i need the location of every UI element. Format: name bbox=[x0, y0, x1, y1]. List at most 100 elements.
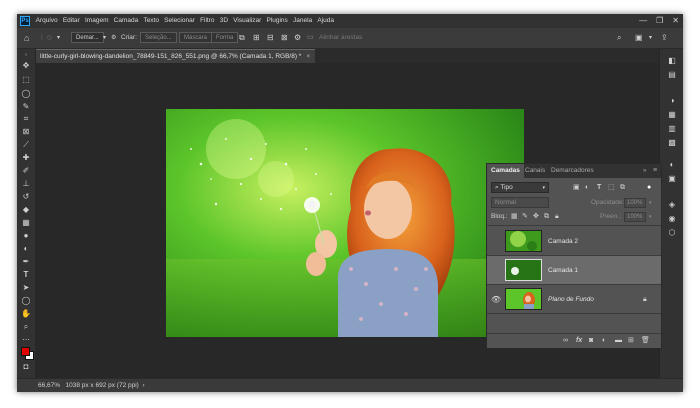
history-brush-icon[interactable]: ↺ bbox=[20, 191, 32, 202]
forma-button[interactable]: Forma bbox=[211, 32, 239, 43]
workspace-icon[interactable]: ▣ bbox=[635, 28, 643, 48]
chevron-down-icon[interactable]: ▾ bbox=[57, 28, 60, 48]
new-layer-icon[interactable]: ⊞ bbox=[628, 334, 634, 348]
menu-ajuda[interactable]: Ajuda bbox=[315, 14, 337, 28]
workspace-chevron-icon[interactable]: ▾ bbox=[649, 28, 652, 48]
gradient-tool-icon[interactable]: ▦ bbox=[20, 217, 32, 228]
eyedropper-icon[interactable]: ⟋ bbox=[20, 139, 32, 150]
filter-adjust-icon[interactable]: ◐ bbox=[585, 181, 589, 195]
add-selection-icon[interactable]: ⊞ bbox=[253, 28, 260, 48]
search-icon[interactable]: ⌕ bbox=[617, 28, 621, 48]
tab-canais[interactable]: Canais bbox=[525, 164, 545, 178]
blend-mode-select[interactable]: Normal bbox=[491, 197, 549, 208]
layer-name[interactable]: Camada 1 bbox=[548, 256, 578, 285]
crop-tool-icon[interactable]: ⌗ bbox=[20, 113, 32, 124]
lock-pixels-icon[interactable]: ✎ bbox=[522, 210, 528, 224]
dodge-tool-icon[interactable]: ◐ bbox=[20, 243, 32, 254]
close-tab-icon[interactable]: × bbox=[306, 53, 310, 60]
filter-shape-icon[interactable]: ⬚ bbox=[608, 181, 615, 195]
menu-filtro[interactable]: Filtro bbox=[197, 14, 217, 28]
color-panel-icon[interactable]: ◑ bbox=[666, 95, 678, 106]
clone-stamp-icon[interactable]: ⊥ bbox=[20, 178, 32, 189]
frame-tool-icon[interactable]: ⊠ bbox=[20, 126, 32, 137]
quick-mask-icon[interactable]: ◘ bbox=[20, 361, 32, 372]
filter-toggle-icon[interactable]: ● bbox=[647, 181, 651, 195]
channels-panel-icon[interactable]: ◉ bbox=[666, 213, 678, 224]
menu-imagem[interactable]: Imagem bbox=[82, 14, 111, 28]
preset-chevron-icon[interactable]: ▾ bbox=[103, 28, 106, 48]
type-tool-icon[interactable]: T bbox=[20, 269, 32, 280]
layer-name[interactable]: Camada 2 bbox=[548, 227, 578, 256]
layer-row[interactable]: Camada 2 bbox=[487, 227, 661, 256]
layer-name[interactable]: Plano de Fundo bbox=[548, 285, 594, 314]
gear-icon[interactable]: ⚙ bbox=[111, 28, 116, 48]
settings-gear-icon[interactable]: ⚙ bbox=[294, 28, 301, 48]
document-tab[interactable]: little-curly-girl-blowing-dandelion_7884… bbox=[35, 49, 316, 63]
eye-icon[interactable]: 👁︎ bbox=[491, 285, 501, 314]
panel-collapse-icon[interactable]: » bbox=[643, 164, 646, 178]
healing-brush-icon[interactable]: ✚ bbox=[20, 152, 32, 163]
menu-visualizar[interactable]: Visualizar bbox=[231, 14, 264, 28]
gradients-panel-icon[interactable]: ▥ bbox=[666, 123, 678, 134]
trash-icon[interactable]: 🗑︎ bbox=[641, 334, 650, 348]
tab-camadas[interactable]: Camadas bbox=[487, 164, 524, 178]
fill-input[interactable]: 100% bbox=[624, 212, 646, 222]
libraries-panel-icon[interactable]: ▣ bbox=[666, 173, 678, 184]
lock-position-icon[interactable]: ✥ bbox=[533, 210, 539, 224]
brush-tool-icon[interactable]: ✐ bbox=[20, 165, 32, 176]
intersect-selection-icon[interactable]: ⊠ bbox=[281, 28, 288, 48]
quick-select-icon[interactable]: ✎ bbox=[20, 101, 32, 112]
lock-artboard-icon[interactable]: ⧉ bbox=[544, 210, 549, 224]
menu-janela[interactable]: Janela bbox=[290, 14, 314, 28]
filter-type-icon[interactable]: T bbox=[597, 181, 601, 195]
close-button[interactable]: ✕ bbox=[672, 14, 679, 28]
ellipse-tool-icon[interactable]: ◯ bbox=[20, 295, 32, 306]
link-layers-icon[interactable]: ∞ bbox=[563, 334, 568, 348]
subtract-selection-icon[interactable]: ⊟ bbox=[267, 28, 274, 48]
menu-plugins[interactable]: Plugins bbox=[264, 14, 291, 28]
home-icon[interactable]: ⌂ bbox=[24, 28, 29, 48]
swatches-panel-icon[interactable]: ▦ bbox=[666, 109, 678, 120]
path-select-icon[interactable]: ➤ bbox=[20, 282, 32, 293]
status-arrow-icon[interactable]: › bbox=[142, 382, 144, 389]
new-selection-icon[interactable]: ⧉ bbox=[239, 28, 245, 48]
restore-button[interactable]: ❐ bbox=[656, 14, 663, 28]
panel-menu-icon[interactable]: ≡ bbox=[653, 164, 657, 178]
eraser-icon[interactable]: ◆ bbox=[20, 204, 32, 215]
more-tools-icon[interactable]: ⋯ bbox=[20, 334, 32, 345]
quick-select-options-icon[interactable]: ◌ bbox=[47, 28, 52, 48]
foreground-color-swatch[interactable] bbox=[21, 347, 30, 356]
paths-panel-icon[interactable]: ⬡ bbox=[666, 227, 678, 238]
hand-tool-icon[interactable]: ✋ bbox=[20, 308, 32, 319]
align-checkbox-icon[interactable]: ▭ bbox=[307, 28, 314, 48]
layer-row[interactable]: 👁︎ Plano de Fundo 🔒︎ bbox=[487, 285, 661, 314]
adjustment-layer-icon[interactable]: ◐ bbox=[602, 334, 606, 348]
layer-style-icon[interactable]: fx bbox=[576, 334, 582, 348]
history-panel-icon[interactable]: ◧ bbox=[666, 55, 678, 66]
marquee-tool-icon[interactable]: ⬚ bbox=[20, 74, 32, 85]
mascara-button[interactable]: Máscara bbox=[179, 32, 213, 43]
filter-select[interactable]: ⌕ Tipo ▾ bbox=[491, 182, 549, 193]
menu-arquivo[interactable]: Arquivo bbox=[33, 14, 60, 28]
add-mask-icon[interactable]: ◙ bbox=[589, 334, 593, 348]
menu-editar[interactable]: Editar bbox=[60, 14, 82, 28]
share-icon[interactable]: ⇪ bbox=[661, 28, 668, 48]
menu-3d[interactable]: 3D bbox=[217, 14, 231, 28]
lock-transparent-icon[interactable]: ▦ bbox=[511, 210, 518, 224]
layers-panel-icon[interactable]: ◈ bbox=[666, 199, 678, 210]
opacity-chevron-icon[interactable]: ▾ bbox=[649, 196, 652, 210]
properties-panel-icon[interactable]: ▤ bbox=[666, 69, 678, 80]
minimize-button[interactable]: — bbox=[639, 14, 647, 28]
adjustments-panel-icon[interactable]: ◐ bbox=[666, 159, 678, 170]
fill-chevron-icon[interactable]: ▾ bbox=[649, 210, 652, 224]
blur-tool-icon[interactable]: ● bbox=[20, 230, 32, 241]
layer-row-selected[interactable]: Camada 1 bbox=[487, 256, 661, 285]
filter-smart-icon[interactable]: ⧉ bbox=[620, 181, 625, 195]
zoom-tool-icon[interactable]: ⌕ bbox=[20, 321, 32, 332]
menu-selecionar[interactable]: Selecionar bbox=[162, 14, 198, 28]
opacity-input[interactable]: 100% bbox=[624, 198, 646, 208]
new-group-icon[interactable]: ▬ bbox=[615, 334, 622, 348]
patterns-panel-icon[interactable]: ▩ bbox=[666, 137, 678, 148]
tab-demarcadores[interactable]: Demarcadores bbox=[551, 164, 594, 178]
pen-tool-icon[interactable]: ✒ bbox=[20, 256, 32, 267]
